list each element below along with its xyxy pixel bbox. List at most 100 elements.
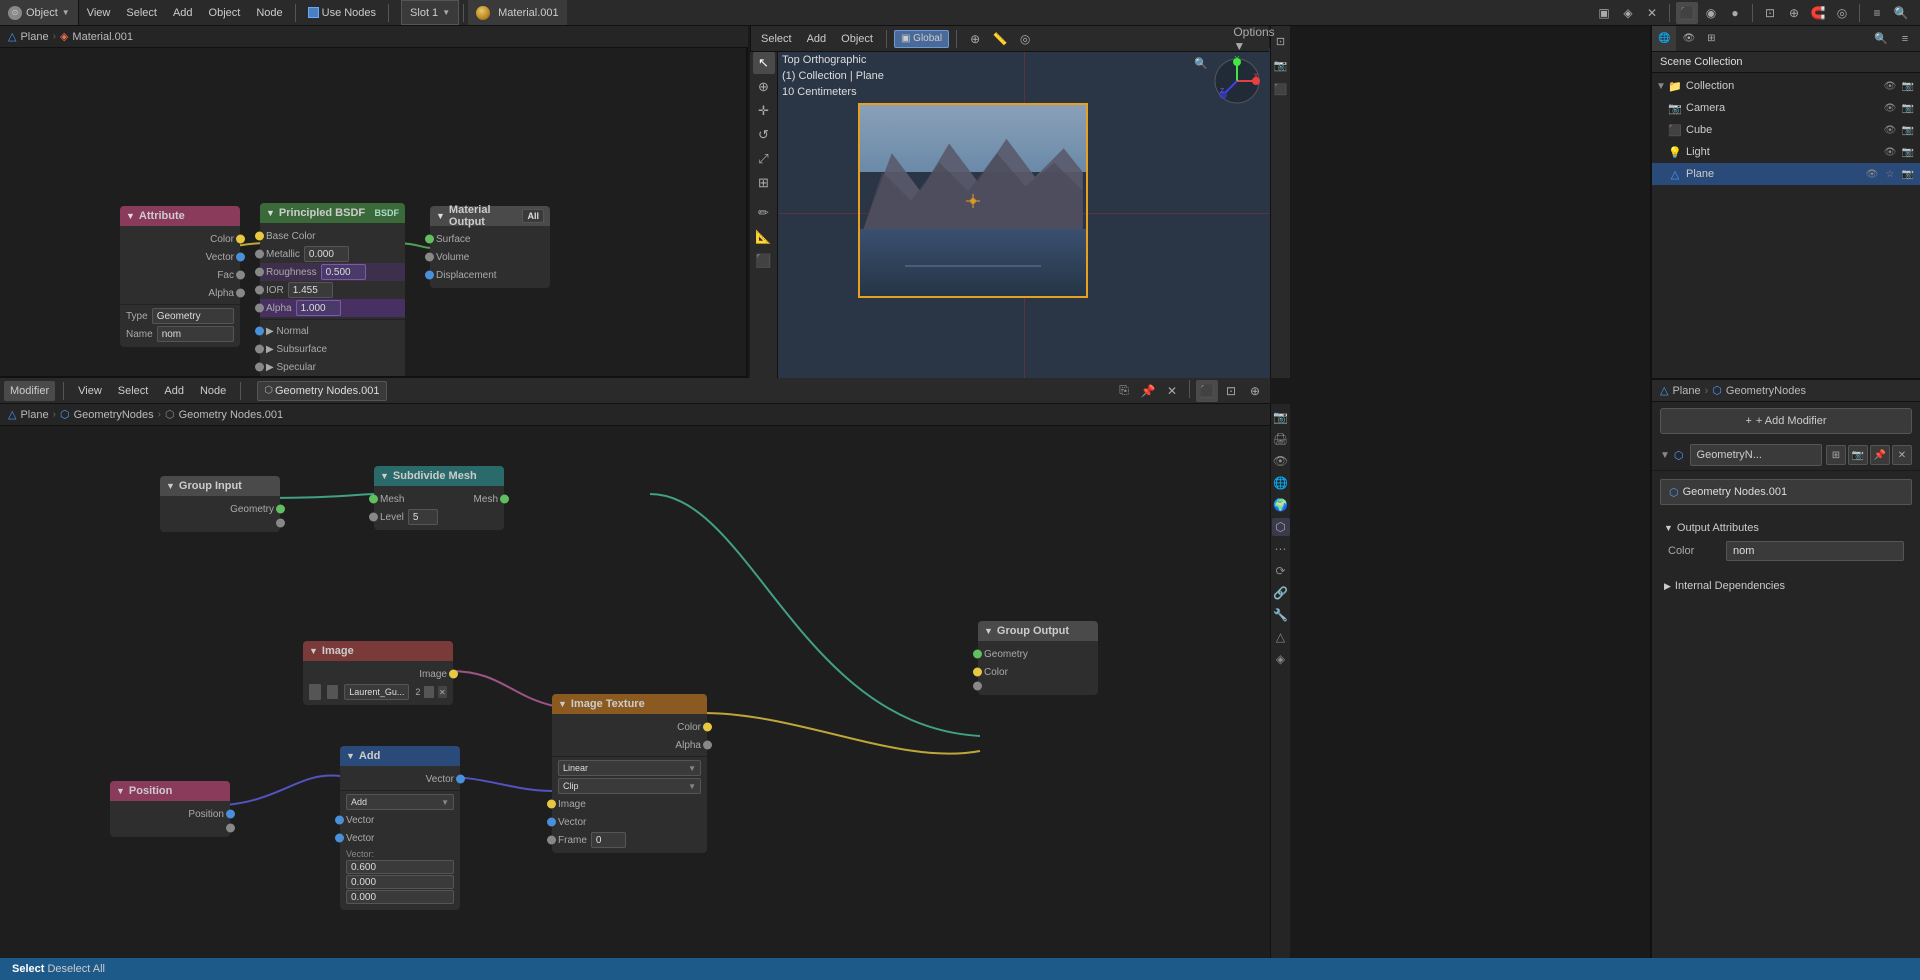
ne-node-menu[interactable]: Node bbox=[194, 381, 232, 401]
subdiv-mesh-in-socket[interactable] bbox=[369, 495, 378, 504]
imgtex-vector-socket[interactable] bbox=[547, 818, 556, 827]
pbsdf-ior-field[interactable]: 1.455 bbox=[288, 282, 333, 298]
settings-icon-btn[interactable]: ✕ bbox=[1641, 2, 1663, 24]
ne-close-btn[interactable]: ✕ bbox=[1161, 380, 1183, 402]
prop-icon-object[interactable]: ⬡ bbox=[1272, 518, 1290, 536]
gi-extra-socket[interactable] bbox=[276, 519, 285, 528]
vp-scale-tool[interactable]: ⤢ bbox=[753, 148, 775, 170]
gout-extra-socket[interactable] bbox=[973, 682, 982, 691]
image-name-field[interactable]: Laurent_Gu... bbox=[344, 684, 409, 700]
pbsdf-basecolor-socket[interactable] bbox=[255, 232, 264, 241]
add-x-field[interactable]: 0.600 bbox=[346, 860, 454, 874]
position-out-socket[interactable] bbox=[226, 810, 235, 819]
internal-deps-header[interactable]: ▶ Internal Dependencies bbox=[1660, 575, 1912, 597]
viewport-shading-solid[interactable]: ⬛ bbox=[1676, 2, 1698, 24]
light-vis-eye[interactable]: 👁 bbox=[1882, 147, 1898, 158]
prop-icon-world[interactable]: 🌍 bbox=[1272, 496, 1290, 514]
cube-vis-eye[interactable]: 👁 bbox=[1882, 125, 1898, 136]
vp-add-menu[interactable]: Add bbox=[801, 29, 833, 49]
vp-transform-tool[interactable]: ⊞ bbox=[753, 172, 775, 194]
rptab-filter[interactable]: ⊞ bbox=[1701, 26, 1721, 51]
imgtex-linear-field[interactable]: Linear ▼ bbox=[558, 760, 701, 776]
tree-row-cube[interactable]: ⬛ Cube 👁 📷 bbox=[1652, 119, 1920, 141]
viewport-shading-material[interactable]: ◉ bbox=[1700, 2, 1722, 24]
collection-vis-render[interactable]: 📷 bbox=[1900, 81, 1916, 92]
render2-icon-btn[interactable]: ◈ bbox=[1617, 2, 1639, 24]
mod-realtime-btn[interactable]: ⊞ bbox=[1826, 445, 1846, 465]
pbsdf-alpha-socket[interactable] bbox=[255, 304, 264, 313]
add-z-field[interactable]: 0.000 bbox=[346, 890, 454, 904]
vp-render-toggle[interactable]: ⬛ bbox=[1270, 78, 1292, 100]
imgtex-alpha-socket[interactable] bbox=[703, 741, 712, 750]
prop-icon-modifier[interactable]: 🔧 bbox=[1272, 606, 1290, 624]
color-attr-value[interactable]: nom bbox=[1726, 541, 1904, 561]
ne-view-menu[interactable]: View bbox=[72, 381, 108, 401]
vp-snap-btn[interactable]: ⊕ bbox=[964, 28, 986, 50]
vp-move-tool[interactable]: ✛ bbox=[753, 100, 775, 122]
pbsdf-subsurface-socket[interactable] bbox=[255, 345, 264, 354]
matout-volume-socket[interactable] bbox=[425, 253, 434, 262]
ne-bc-gn2[interactable]: Geometry Nodes.001 bbox=[179, 409, 284, 421]
ne-snap-btn[interactable]: ⊕ bbox=[1244, 380, 1266, 402]
breadcrumb-plane[interactable]: Plane bbox=[20, 31, 48, 43]
prop-icon-material[interactable]: ◈ bbox=[1272, 650, 1290, 668]
plane-vis-render[interactable]: 📷 bbox=[1900, 169, 1916, 180]
pbsdf-normal-socket[interactable] bbox=[255, 327, 264, 336]
image-out-socket[interactable] bbox=[449, 670, 458, 679]
pbsdf-metallic-socket[interactable] bbox=[255, 250, 264, 259]
filter-icon[interactable]: ≡ bbox=[1866, 2, 1888, 24]
gn-name-field[interactable]: ⬡ Geometry Nodes.001 bbox=[1660, 479, 1912, 505]
imgtex-frame-field[interactable]: 0 bbox=[591, 832, 626, 848]
vp-zoom-in-btn[interactable]: 🔍 bbox=[1190, 52, 1212, 74]
pbsdf-roughness-socket[interactable] bbox=[255, 268, 264, 277]
ne-bc-plane[interactable]: Plane bbox=[20, 409, 48, 421]
slot-selector[interactable]: Slot 1 ▼ bbox=[401, 0, 459, 25]
menu-add[interactable]: Add bbox=[165, 0, 201, 25]
vp-proportional-btn[interactable]: ◎ bbox=[1014, 28, 1036, 50]
matout-target-field[interactable]: All bbox=[522, 209, 544, 223]
ne-modifier-menu[interactable]: Modifier bbox=[4, 381, 55, 401]
modifier-name-btn[interactable]: GeometryN... bbox=[1690, 444, 1822, 466]
ne-shading-btn[interactable]: ⬛ bbox=[1196, 380, 1218, 402]
vp-object-menu[interactable]: Object bbox=[835, 29, 879, 49]
prop-icon-physics[interactable]: ⟳ bbox=[1272, 562, 1290, 580]
attr-vector-socket[interactable] bbox=[236, 253, 245, 262]
tree-row-plane[interactable]: △ Plane 👁 ☆ 📷 bbox=[1652, 163, 1920, 185]
attr-color-socket[interactable] bbox=[236, 235, 245, 244]
search-icon[interactable]: 🔍 bbox=[1890, 2, 1912, 24]
menu-view[interactable]: View bbox=[79, 0, 119, 25]
attr-type-field[interactable]: Geometry bbox=[152, 308, 234, 324]
collection-vis-eye[interactable]: 👁 bbox=[1882, 81, 1898, 92]
attr-alpha-socket[interactable] bbox=[236, 289, 245, 298]
ne-pin-btn[interactable]: 📌 bbox=[1137, 380, 1159, 402]
plane-vis-eye[interactable]: 👁 bbox=[1864, 169, 1880, 180]
tree-row-camera[interactable]: 📷 Camera 👁 📷 bbox=[1652, 97, 1920, 119]
matout-displacement-socket[interactable] bbox=[425, 271, 434, 280]
add-mode-field[interactable]: Add ▼ bbox=[346, 794, 454, 810]
collection-arrow[interactable]: ▼ bbox=[1656, 81, 1666, 92]
prop-icon-render[interactable]: 📷 bbox=[1272, 408, 1290, 426]
ne-overlay-btn[interactable]: ⊡ bbox=[1220, 380, 1242, 402]
overlay-icon[interactable]: ⊡ bbox=[1759, 2, 1781, 24]
mod-pin-btn[interactable]: 📌 bbox=[1870, 445, 1890, 465]
camera-vis-render[interactable]: 📷 bbox=[1900, 103, 1916, 114]
vp-cursor-tool[interactable]: ⊕ bbox=[753, 76, 775, 98]
plane-vis-restrict[interactable]: ☆ bbox=[1882, 169, 1898, 180]
output-attr-header[interactable]: ▼ Output Attributes bbox=[1660, 517, 1912, 539]
cube-vis-render[interactable]: 📷 bbox=[1900, 125, 1916, 136]
mod-close-btn[interactable]: ✕ bbox=[1892, 445, 1912, 465]
camera-vis-eye[interactable]: 👁 bbox=[1882, 103, 1898, 114]
ne-copy-btn[interactable]: ⎘ bbox=[1113, 380, 1135, 402]
ne-add-menu[interactable]: Add bbox=[158, 381, 190, 401]
attr-name-field[interactable]: nom bbox=[157, 326, 234, 342]
use-nodes-toggle[interactable]: Use Nodes bbox=[300, 7, 384, 19]
image-browse-btn[interactable] bbox=[424, 686, 433, 698]
gizmo-icon[interactable]: ⊕ bbox=[1783, 2, 1805, 24]
breadcrumb-material[interactable]: Material.001 bbox=[72, 31, 133, 43]
subdiv-level-field[interactable]: 5 bbox=[408, 509, 438, 525]
prop-icon-particles[interactable]: ⋯ bbox=[1272, 540, 1290, 558]
prop-icon-output[interactable]: 🖨 bbox=[1272, 430, 1290, 448]
rptab-scene[interactable]: 🌐 bbox=[1652, 26, 1676, 51]
pbsdf-alpha-field[interactable]: 1.000 bbox=[296, 300, 341, 316]
light-vis-render[interactable]: 📷 bbox=[1900, 147, 1916, 158]
